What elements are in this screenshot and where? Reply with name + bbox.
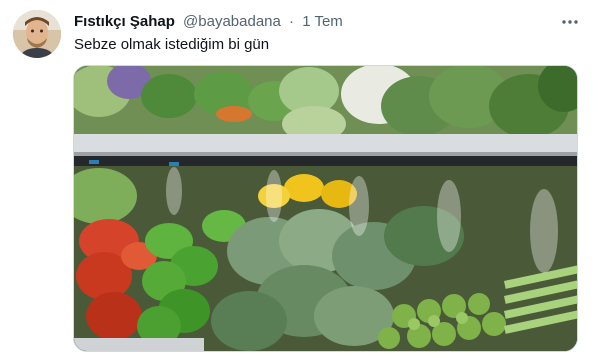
avatar[interactable] bbox=[13, 10, 61, 58]
author-handle[interactable]: @bayabadana bbox=[183, 13, 281, 30]
tweet[interactable]: Fıstıkçı Şahap @bayabadana · 1 Tem Sebze… bbox=[0, 0, 603, 359]
produce-photo bbox=[74, 66, 577, 351]
tweet-header: Fıstıkçı Şahap @bayabadana · 1 Tem bbox=[74, 13, 343, 33]
author-name[interactable]: Fıstıkçı Şahap bbox=[74, 13, 175, 30]
tweet-text: Sebze olmak istediğim bi gün bbox=[74, 36, 270, 53]
more-options-button[interactable] bbox=[557, 9, 583, 35]
tweet-timestamp[interactable]: 1 Tem bbox=[302, 13, 343, 30]
person-avatar-icon bbox=[13, 10, 61, 58]
separator-dot: · bbox=[289, 13, 295, 30]
more-dots-icon bbox=[562, 20, 578, 24]
tweet-photo[interactable] bbox=[73, 65, 578, 352]
